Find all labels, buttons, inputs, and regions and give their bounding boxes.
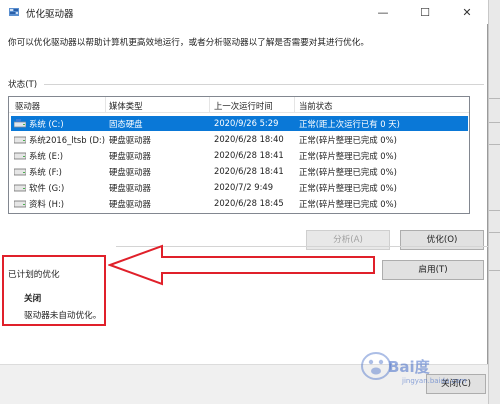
optimize-drives-window: 优化驱动器 — ☐ ✕ 你可以优化驱动器以帮助计算机更高效地运行，或者分析驱动器… [0,0,488,404]
drive-list[interactable]: 驱动器 媒体类型 上一次运行时间 当前状态 系统 (C:) 固态硬盘 2020/… [8,96,470,214]
drive-name: 系统 (C:) [29,119,64,129]
watermark-url: jingyan.baidu.com [402,377,467,385]
current-status: 正常(碎片整理已完成 0%) [299,199,397,209]
media-type: 硬盘驱动器 [109,183,151,193]
column-divider[interactable] [294,97,295,113]
ssd-drive-icon [14,119,26,128]
annotation-highlight-box [2,255,106,326]
hard-drive-icon [14,184,26,192]
media-type: 固态硬盘 [109,119,143,129]
drive-name: 系统 (F:) [29,167,62,177]
last-run-time: 2020/6/28 18:41 [214,166,284,176]
drive-row[interactable]: 资料 (H:) 硬盘驱动器 2020/6/28 18:45 正常(碎片整理已完成… [9,196,469,211]
window-title: 优化驱动器 [26,9,74,20]
column-divider[interactable] [105,97,106,113]
last-run-time: 2020/6/28 18:41 [214,150,284,160]
close-window-button[interactable]: ✕ [446,0,488,24]
last-run-time: 2020/6/28 18:45 [214,198,284,208]
current-status: 正常(碎片整理已完成 0%) [299,151,397,161]
hard-drive-icon [14,152,26,160]
media-type: 硬盘驱动器 [109,135,151,145]
watermark-text: Bai度 [388,358,430,376]
drive-name: 软件 (G:) [29,183,65,193]
defrag-app-icon [9,8,19,16]
column-header-media[interactable]: 媒体类型 [109,100,143,112]
background-window-strip [488,0,500,404]
intro-text: 你可以优化驱动器以帮助计算机更高效地运行，或者分析驱动器以了解是否需要对其进行优… [8,38,369,48]
optimize-button[interactable]: 优化(O) [400,230,484,250]
last-run-time: 2020/9/26 5:29 [214,118,279,128]
column-header-last-run[interactable]: 上一次运行时间 [214,100,273,112]
column-header-drive[interactable]: 驱动器 [15,100,40,112]
media-type: 硬盘驱动器 [109,167,151,177]
current-status: 正常(距上次运行已有 0 天) [299,119,400,129]
drive-row[interactable]: 系统 (F:) 硬盘驱动器 2020/6/28 18:41 正常(碎片整理已完成… [9,164,469,179]
hard-drive-icon [14,136,26,144]
status-divider [44,84,484,85]
hard-drive-icon [14,168,26,176]
drive-name: 系统 (E:) [29,151,64,161]
last-run-time: 2020/6/28 18:40 [214,134,284,144]
last-run-time: 2020/7/2 9:49 [214,182,274,192]
media-type: 硬盘驱动器 [109,199,151,209]
minimize-button[interactable]: — [362,0,404,24]
hard-drive-icon [14,200,26,208]
drive-row[interactable]: 系统 (E:) 硬盘驱动器 2020/6/28 18:41 正常(碎片整理已完成… [9,148,469,163]
drive-row[interactable]: 软件 (G:) 硬盘驱动器 2020/7/2 9:49 正常(碎片整理已完成 0… [9,180,469,195]
current-status: 正常(碎片整理已完成 0%) [299,183,397,193]
current-status: 正常(碎片整理已完成 0%) [299,167,397,177]
drive-row[interactable]: 系统 (C:) 固态硬盘 2020/9/26 5:29 正常(距上次运行已有 0… [9,116,469,131]
drive-name: 系统2016_ltsb (D:) [29,135,106,145]
annotation-arrow-icon [108,244,375,286]
status-section-label: 状态(T) [8,80,38,90]
media-type: 硬盘驱动器 [109,151,151,161]
enable-button[interactable]: 启用(T) [382,260,484,280]
column-divider[interactable] [209,97,210,113]
drive-row[interactable]: 系统2016_ltsb (D:) 硬盘驱动器 2020/6/28 18:40 正… [9,132,469,147]
maximize-button[interactable]: ☐ [404,0,446,24]
column-header-status[interactable]: 当前状态 [299,100,333,112]
drive-list-header: 驱动器 媒体类型 上一次运行时间 当前状态 [9,97,469,113]
drive-name: 资料 (H:) [29,199,65,209]
title-bar: 优化驱动器 — ☐ ✕ [0,0,488,24]
current-status: 正常(碎片整理已完成 0%) [299,135,397,145]
